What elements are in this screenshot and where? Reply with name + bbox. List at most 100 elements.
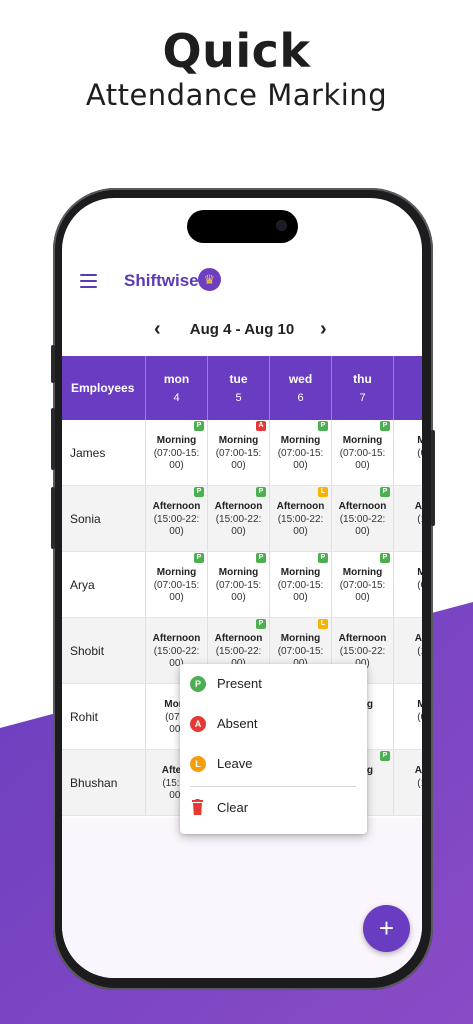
day-header: thu 7 (332, 356, 394, 420)
menu-item-label: Leave (217, 756, 253, 771)
shift-cell[interactable]: Afte (15 (394, 618, 422, 683)
shift-cell[interactable]: Morning (07:00-15: 00) P (332, 552, 394, 617)
shift-cell[interactable]: Morning (07:00-15: 00) P (270, 420, 332, 485)
shift-time: (15:00-22: 00) (277, 514, 324, 537)
shift-time: (07 (417, 712, 422, 723)
day-number: 7 (359, 392, 366, 404)
day-number: 4 (173, 392, 180, 404)
shift-cell[interactable]: Morning (07:00-15: 00) P (270, 552, 332, 617)
shift-cell[interactable]: Morning (07:00-15: 00) P (146, 552, 208, 617)
shift-name: Afternoon (214, 633, 263, 644)
status-badge: P (380, 751, 390, 761)
menu-item-present[interactable]: P Present (180, 666, 367, 702)
promo-subheadline: Attendance Marking (85, 78, 388, 112)
shift-name: Afternoon (338, 501, 387, 512)
shift-name: Morning (156, 435, 197, 446)
shift-name: Afternoon (276, 501, 325, 512)
date-range-label: Aug 4 - Aug 10 (189, 321, 295, 338)
app-title: Shiftwise (124, 271, 199, 290)
shift-time: (07:00-15: 00) (215, 448, 262, 471)
add-fab-button[interactable]: + (363, 905, 410, 952)
crown-icon[interactable]: ♛ (198, 268, 221, 291)
shift-cell[interactable]: Afternoon (15:00-22: 00) P (146, 486, 208, 551)
shift-time: (07:00-15: 00) (153, 448, 200, 471)
promo-headline: Quick (162, 24, 311, 78)
shift-name: Morning (342, 567, 383, 578)
menu-item-label: Present (217, 676, 262, 691)
absent-badge-icon: A (190, 716, 206, 732)
trash-icon (192, 799, 203, 815)
shift-name: Morning (342, 435, 383, 446)
shift-cell[interactable]: Morning (07:00-15: 00) P (208, 552, 270, 617)
chevron-right-icon[interactable]: › (320, 318, 327, 341)
status-badge: P (380, 553, 390, 563)
shift-cell[interactable]: Afternoon (15:00-22: 00) L (270, 486, 332, 551)
table-row: Sonia Afternoon (15:00-22: 00) P Afternoon (1… (62, 486, 422, 552)
status-badge: P (194, 553, 204, 563)
shift-time: (07:00-15: 00) (277, 580, 324, 603)
shift-cell[interactable]: Afternoon (15:00-22: 00) P (208, 486, 270, 551)
shift-time: (07 (417, 448, 422, 459)
date-navigator: ‹ Aug 4 - Aug 10 › (62, 316, 422, 346)
shift-name: Morning (280, 435, 321, 446)
day-name: f (394, 372, 422, 386)
shift-time: (07 (417, 580, 422, 591)
shift-cell[interactable]: Mo (07 (394, 684, 422, 749)
menu-item-leave[interactable]: L Leave (180, 746, 367, 782)
attendance-popup-menu: P Present A Absent L Leave Clear (180, 664, 367, 834)
day-name: wed (288, 372, 313, 386)
shift-time: (07:00-15: 00) (153, 580, 200, 603)
shift-time: (15 (417, 778, 422, 789)
day-name: tue (229, 372, 248, 386)
shift-name: Morning (280, 567, 321, 578)
shift-cell[interactable]: Morning (07:00-15: 00) P (146, 420, 208, 485)
table-row: James Morning (07:00-15: 00) P Morning (07:00… (62, 420, 422, 486)
shift-cell[interactable]: Afternoon (15:00-22: 00) P (332, 486, 394, 551)
shift-cell[interactable]: Afte (15 (394, 750, 422, 815)
status-badge: P (256, 487, 266, 497)
shift-name: Mo (394, 699, 422, 710)
present-badge-icon: P (190, 676, 206, 692)
menu-item-absent[interactable]: A Absent (180, 706, 367, 742)
day-header: mon 4 (146, 356, 208, 420)
table-row: Arya Morning (07:00-15: 00) P Morning (07:00-… (62, 552, 422, 618)
status-badge: P (194, 421, 204, 431)
shift-cell[interactable]: Morning (07:00-15: 00) A (208, 420, 270, 485)
shift-name: Morning (156, 567, 197, 578)
hamburger-menu-icon[interactable] (80, 274, 97, 288)
shift-name: Morning (218, 567, 259, 578)
phone-volume-up (51, 408, 55, 470)
shift-time: (15 (417, 514, 422, 525)
shift-time: (15:00-22: 00) (215, 514, 262, 537)
shift-cell[interactable]: Morning (07:00-15: 00) P (332, 420, 394, 485)
shift-name: Afte (414, 501, 422, 512)
shift-name: Afternoon (214, 501, 263, 512)
shift-name: Afte (414, 633, 422, 644)
shift-time: (07:00-15: 00) (339, 580, 386, 603)
camera-icon (277, 221, 286, 230)
empty-area (62, 818, 422, 978)
status-badge: P (194, 487, 204, 497)
menu-item-clear[interactable]: Clear (180, 790, 367, 826)
employee-name: Bhushan (62, 750, 146, 815)
shift-name: Morning (218, 435, 259, 446)
status-badge: P (256, 553, 266, 563)
status-badge: P (380, 421, 390, 431)
menu-item-label: Clear (217, 800, 249, 815)
shift-name: Afternoon (152, 501, 201, 512)
shift-cell[interactable]: Afte (15 (394, 486, 422, 551)
day-number: 5 (235, 392, 242, 404)
status-badge: L (318, 619, 328, 629)
day-header: wed 6 (270, 356, 332, 420)
shift-cell[interactable]: Mo (07 (394, 552, 422, 617)
status-badge: P (256, 619, 266, 629)
status-badge: A (256, 421, 266, 431)
shift-cell[interactable]: Mo (07 (394, 420, 422, 485)
status-badge: P (318, 421, 328, 431)
app-bar: Shiftwise ♛ (62, 260, 422, 304)
dynamic-island (187, 210, 298, 243)
day-name: mon (163, 372, 190, 386)
phone-power-button (431, 430, 435, 526)
phone-side-button (51, 345, 55, 383)
shift-time: (15:00-22: 00) (339, 514, 386, 537)
